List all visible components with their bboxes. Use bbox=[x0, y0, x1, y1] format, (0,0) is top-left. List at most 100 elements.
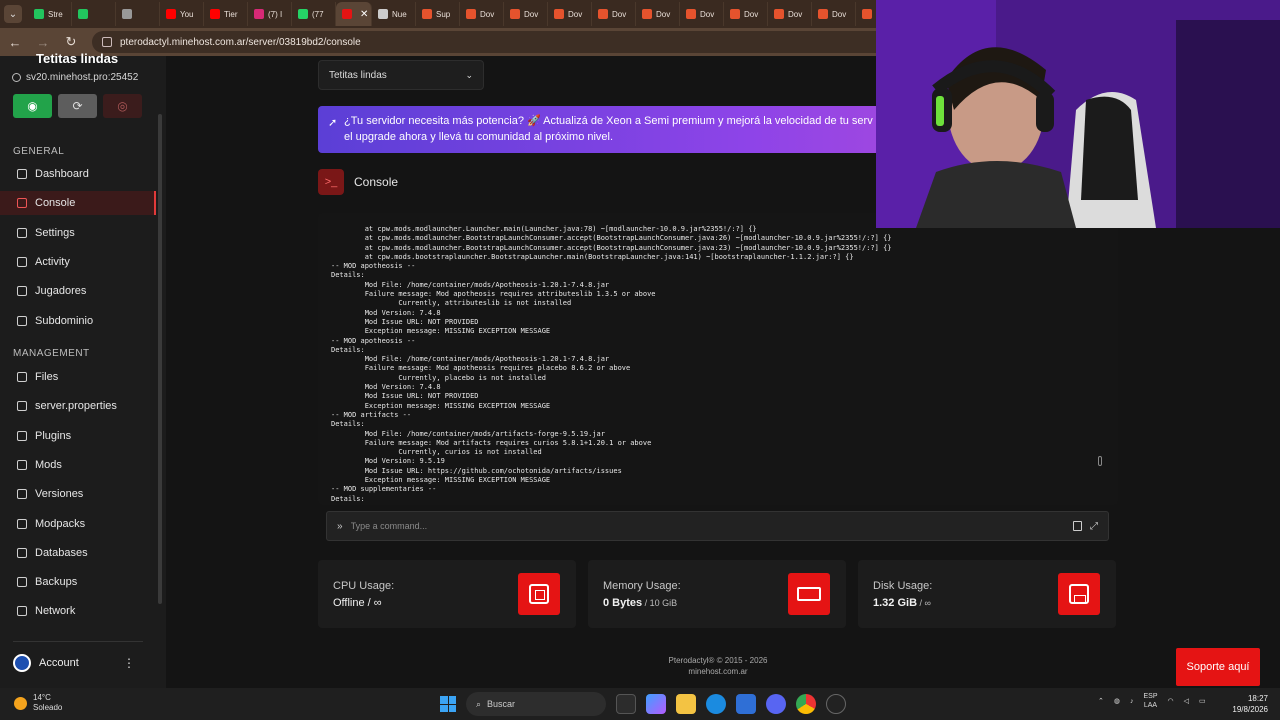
tab-search-button[interactable]: ⌄ bbox=[4, 5, 22, 23]
folder-icon bbox=[17, 372, 27, 382]
command-input[interactable] bbox=[350, 521, 1065, 531]
browser-tab[interactable]: Dov bbox=[592, 2, 636, 26]
forward-icon[interactable]: → bbox=[36, 35, 50, 50]
sidebar-item-mods[interactable]: Mods bbox=[0, 453, 156, 477]
sidebar-item-subdominio[interactable]: Subdominio bbox=[0, 309, 156, 333]
sidebar-item-jugadores[interactable]: Jugadores bbox=[0, 279, 156, 303]
console-line: Exception message: MISSING EXCEPTION MES… bbox=[331, 476, 551, 485]
system-tray: ⌃ ◍ ♪ ESP LAA ◠ ◁ ▭ bbox=[1098, 692, 1206, 710]
console-line: Details: bbox=[331, 494, 365, 503]
browser-tab[interactable]: Dov bbox=[724, 2, 768, 26]
discord-icon[interactable] bbox=[766, 694, 786, 714]
restart-icon: ⟳ bbox=[72, 99, 83, 113]
console-scrollbar[interactable] bbox=[1098, 456, 1102, 466]
reload-icon[interactable]: ↻ bbox=[64, 34, 78, 50]
stop-button[interactable]: ◎ bbox=[103, 94, 142, 118]
browser-tab[interactable]: Stre bbox=[28, 2, 72, 26]
more-options-icon[interactable]: ⋮ bbox=[123, 656, 135, 670]
tab-favicon-icon bbox=[730, 9, 740, 19]
management-section-title: MANAGEMENT bbox=[13, 348, 90, 359]
browser-tab[interactable]: Dov bbox=[636, 2, 680, 26]
browser-tab[interactable]: You bbox=[160, 2, 204, 26]
browser-tab[interactable]: Dov bbox=[460, 2, 504, 26]
browser-tab[interactable]: Dov bbox=[548, 2, 592, 26]
browser-tab[interactable]: (77 bbox=[292, 2, 336, 26]
browser-tab[interactable]: Sup bbox=[416, 2, 460, 26]
console-title: Console bbox=[354, 175, 399, 189]
grid-icon bbox=[17, 169, 27, 179]
tab-favicon-icon bbox=[254, 9, 264, 19]
sidebar-item-dashboard[interactable]: Dashboard bbox=[0, 162, 156, 186]
network-status-icon[interactable]: ◍ bbox=[1114, 697, 1120, 705]
server-select[interactable]: Tetitas lindas ⌄ bbox=[318, 60, 484, 90]
tab-label: Dov bbox=[832, 9, 847, 19]
tab-favicon-icon bbox=[818, 9, 828, 19]
browser-tab[interactable]: ✕ bbox=[336, 2, 372, 26]
back-icon[interactable]: ← bbox=[8, 35, 22, 50]
console-line: Exception message: MISSING EXCEPTION MES… bbox=[331, 327, 551, 336]
browser-tab[interactable]: Dov bbox=[504, 2, 548, 26]
sidebar-item-network[interactable]: Network bbox=[0, 599, 156, 623]
sidebar-item-backups[interactable]: Backups bbox=[0, 570, 156, 594]
battery-icon[interactable]: ▭ bbox=[1199, 697, 1206, 705]
sidebar-item-console[interactable]: Console bbox=[0, 191, 156, 216]
account-menu[interactable]: Account ⋮ bbox=[13, 654, 135, 672]
power-on-icon: ◉ bbox=[27, 99, 38, 113]
sidebar-item-files[interactable]: Files bbox=[0, 365, 156, 389]
chrome-icon[interactable] bbox=[796, 694, 816, 714]
browser-tab[interactable]: (7) I bbox=[248, 2, 292, 26]
chevron-up-icon[interactable]: ⌃ bbox=[1098, 697, 1104, 705]
taskbar-search[interactable]: ⌕ Buscar bbox=[466, 692, 606, 716]
edge-icon[interactable] bbox=[706, 694, 726, 714]
support-button[interactable]: Soporte aquí bbox=[1176, 648, 1260, 686]
store-icon[interactable] bbox=[736, 694, 756, 714]
tab-favicon-icon bbox=[78, 9, 88, 19]
sidebar-item-versiones[interactable]: Versiones bbox=[0, 482, 156, 506]
server-address-row: sv20.minehost.pro:25452 bbox=[12, 72, 138, 83]
browser-tab[interactable]: Dov bbox=[768, 2, 812, 26]
file-explorer-icon[interactable] bbox=[676, 694, 696, 714]
sidebar-scrollbar[interactable] bbox=[158, 114, 162, 604]
sidebar-item-label: Console bbox=[35, 197, 76, 210]
disk-usage-label: Disk Usage: bbox=[873, 580, 933, 592]
address-bar[interactable]: pterodactyl.minehost.com.ar/server/03819… bbox=[92, 31, 892, 53]
console-line: -- MOD apotheosis -- bbox=[331, 262, 416, 271]
browser-tab[interactable]: Dov bbox=[812, 2, 856, 26]
sidebar-item-databases[interactable]: Databases bbox=[0, 541, 156, 565]
start-button[interactable]: ◉ bbox=[13, 94, 52, 118]
volume-icon[interactable]: ◁ bbox=[1184, 697, 1189, 705]
sidebar-item-activity[interactable]: Activity bbox=[0, 250, 156, 274]
browser-tab[interactable] bbox=[72, 2, 116, 26]
clipboard-icon[interactable] bbox=[1073, 521, 1082, 531]
close-icon[interactable]: ✕ bbox=[360, 9, 368, 20]
webcam-feed-illustration bbox=[876, 0, 1280, 228]
browser-tab[interactable] bbox=[116, 2, 160, 26]
console-line: -- MOD supplementaries -- bbox=[331, 485, 437, 494]
sidebar-item-modpacks[interactable]: Modpacks bbox=[0, 512, 156, 536]
sidebar-item-settings[interactable]: Settings bbox=[0, 221, 156, 245]
windows-start-icon[interactable] bbox=[440, 696, 456, 712]
clock[interactable]: 18:27 19/8/2026 bbox=[1224, 693, 1268, 715]
site-info-icon[interactable] bbox=[102, 37, 112, 47]
tab-label: Dov bbox=[612, 9, 627, 19]
browser-tab[interactable]: Tier bbox=[204, 2, 248, 26]
task-view-icon[interactable] bbox=[616, 694, 636, 714]
wifi-icon[interactable]: ◠ bbox=[1168, 697, 1174, 705]
expand-icon[interactable]: ⤢ bbox=[1090, 521, 1098, 532]
restart-button[interactable]: ⟳ bbox=[58, 94, 97, 118]
language-indicator[interactable]: ESP LAA bbox=[1143, 692, 1157, 710]
console-output[interactable]: at cpw.mods.modlauncher.Launcher.main(La… bbox=[318, 213, 1118, 505]
browser-tab[interactable]: Nue bbox=[372, 2, 416, 26]
browser-tab[interactable]: Dov bbox=[680, 2, 724, 26]
obs-icon[interactable] bbox=[826, 694, 846, 714]
tab-favicon-icon bbox=[686, 9, 696, 19]
tab-label: Dov bbox=[524, 9, 539, 19]
weather-widget[interactable]: 14°C Soleado bbox=[14, 693, 62, 713]
archive-icon bbox=[17, 577, 27, 588]
microphone-icon[interactable]: ♪ bbox=[1130, 698, 1134, 705]
sidebar-item-plugins[interactable]: Plugins bbox=[0, 424, 156, 448]
tab-favicon-icon bbox=[122, 9, 132, 19]
gear-icon bbox=[17, 227, 27, 238]
sidebar-item-server-properties[interactable]: server.properties bbox=[0, 394, 156, 418]
copilot-icon[interactable] bbox=[646, 694, 666, 714]
